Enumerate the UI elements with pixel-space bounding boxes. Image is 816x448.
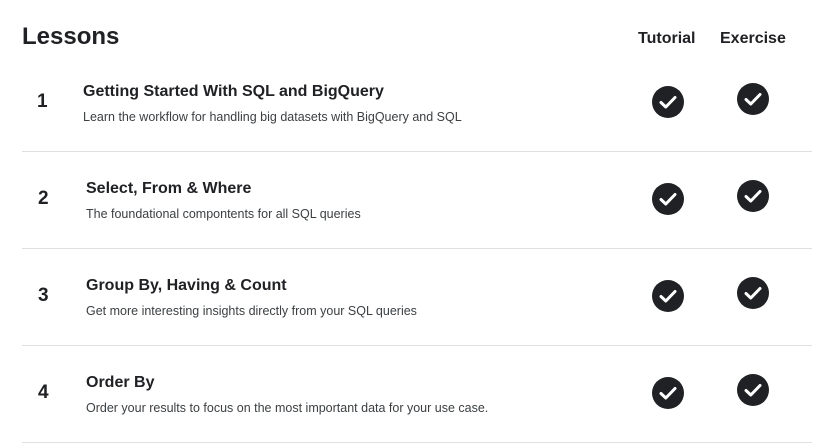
lesson-row: 2 Select, From & Where The foundational … (22, 152, 812, 249)
lesson-description: Order your results to focus on the most … (86, 401, 489, 415)
lesson-number: 2 (38, 188, 49, 209)
tutorial-complete-check-icon[interactable] (652, 280, 684, 312)
lesson-description: Learn the workflow for handling big data… (83, 110, 462, 124)
lesson-title-link[interactable]: Group By, Having & Count (86, 277, 287, 295)
lesson-number: 1 (37, 91, 48, 112)
lesson-number: 3 (38, 285, 49, 306)
exercise-complete-check-icon[interactable] (737, 83, 769, 115)
exercise-complete-check-icon[interactable] (737, 180, 769, 212)
lesson-title-link[interactable]: Getting Started With SQL and BigQuery (83, 83, 384, 101)
exercise-complete-check-icon[interactable] (737, 374, 769, 406)
lesson-row: 1 Getting Started With SQL and BigQuery … (22, 55, 812, 152)
lesson-description: Get more interesting insights directly f… (86, 304, 417, 318)
tutorial-complete-check-icon[interactable] (652, 86, 684, 118)
lessons-page: Lessons Tutorial Exercise 1 Getting Star… (0, 0, 816, 448)
exercise-column-header: Exercise (720, 30, 786, 47)
tutorial-complete-check-icon[interactable] (652, 183, 684, 215)
tutorial-complete-check-icon[interactable] (652, 377, 684, 409)
lesson-row: 3 Group By, Having & Count Get more inte… (22, 249, 812, 346)
page-title: Lessons (22, 23, 120, 50)
exercise-complete-check-icon[interactable] (737, 277, 769, 309)
lesson-title-link[interactable]: Order By (86, 374, 154, 392)
tutorial-column-header: Tutorial (638, 30, 696, 47)
lesson-description: The foundational compontents for all SQL… (86, 207, 361, 221)
lesson-row: 4 Order By Order your results to focus o… (22, 346, 812, 443)
lesson-number: 4 (38, 382, 49, 403)
lesson-title-link[interactable]: Select, From & Where (86, 180, 251, 198)
